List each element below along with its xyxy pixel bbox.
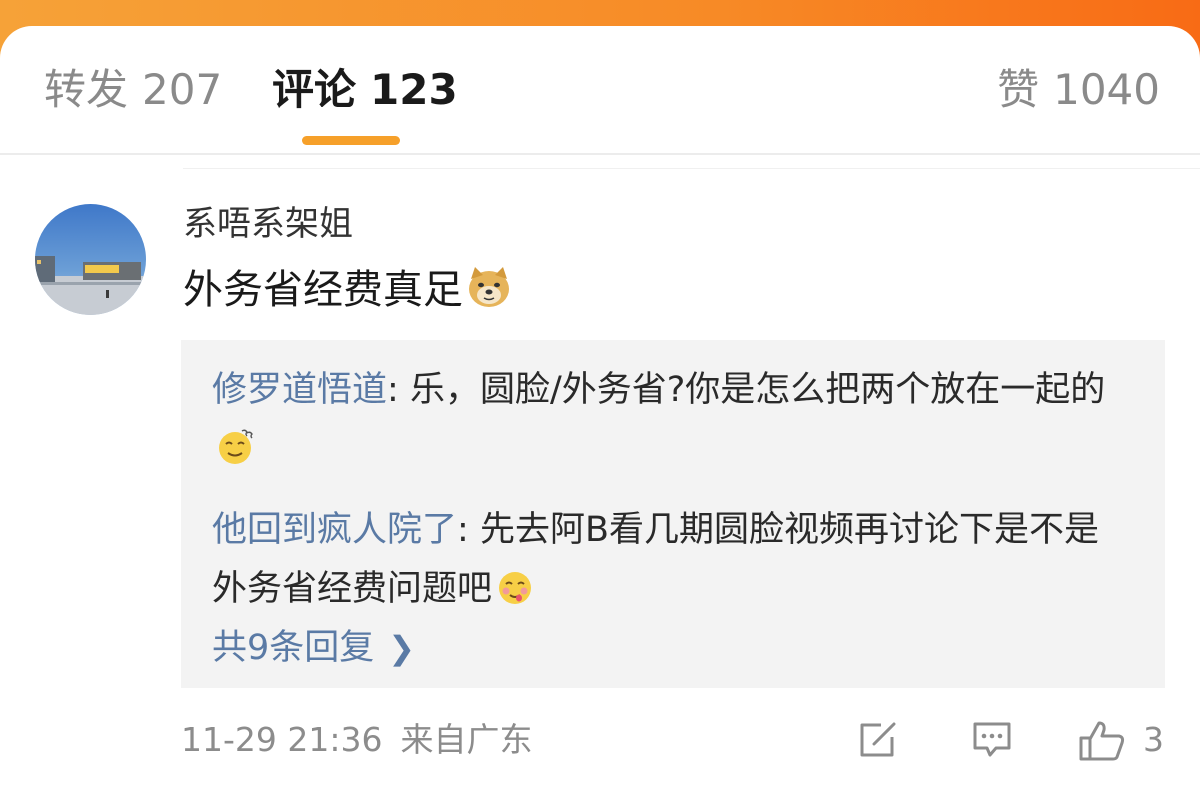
comment-timestamp: 11-29 21:36 bbox=[181, 720, 383, 759]
tab-like[interactable]: 赞 1040 bbox=[997, 64, 1160, 116]
like-count: 3 bbox=[1143, 720, 1164, 759]
comment-panel: 转发 207 评论 123 赞 1040 系唔系架姐 外务省经费真足 修罗道悟道… bbox=[0, 26, 1200, 809]
reply-item: 修罗道悟道: 乐，圆脸/外务省?你是怎么把两个放在一起的 bbox=[212, 361, 1132, 485]
comment-text: 外务省经费真足 bbox=[183, 267, 463, 313]
avatar[interactable] bbox=[35, 204, 146, 315]
reply-author[interactable]: 他回到疯人院了 bbox=[212, 510, 457, 550]
chevron-right-icon: ❯ bbox=[388, 629, 416, 667]
share-icon[interactable] bbox=[857, 720, 899, 764]
tab-forward-label: 转发 bbox=[44, 65, 129, 114]
yummy-face-icon bbox=[496, 566, 534, 625]
doge-icon bbox=[467, 265, 511, 322]
more-replies-label: 共9条回复 bbox=[212, 628, 375, 668]
tab-comment[interactable]: 评论 123 bbox=[272, 64, 458, 116]
reply-author[interactable]: 修罗道悟道 bbox=[212, 370, 387, 410]
reply-text: 乐，圆脸/外务省?你是怎么把两个放在一起的 bbox=[409, 370, 1106, 410]
reply-item: 他回到疯人院了: 先去阿B看几期圆脸视频再讨论下是不是外务省经费问题吧 bbox=[212, 501, 1132, 625]
tab-divider bbox=[0, 153, 1200, 155]
comment-bubble-icon[interactable] bbox=[971, 720, 1013, 764]
tab-comment-label: 评论 bbox=[272, 65, 357, 114]
reply-separator: : bbox=[387, 370, 410, 410]
view-all-replies-link[interactable]: 共9条回复 ❯ bbox=[212, 626, 415, 670]
tab-like-label: 赞 bbox=[997, 65, 1040, 114]
tab-like-count: 1040 bbox=[1053, 65, 1160, 114]
reply-separator: : bbox=[457, 510, 480, 550]
comment-footer: 11-29 21:36 来自广东 3 bbox=[181, 718, 1181, 762]
tab-bar: 转发 207 评论 123 赞 1040 bbox=[0, 26, 1200, 154]
tab-comment-count: 123 bbox=[370, 65, 458, 114]
thumbs-up-icon[interactable] bbox=[1079, 720, 1127, 766]
tab-forward[interactable]: 转发 207 bbox=[44, 64, 222, 116]
comment-location: 来自广东 bbox=[400, 720, 533, 759]
list-divider bbox=[183, 168, 1200, 169]
comment-username[interactable]: 系唔系架姐 bbox=[183, 202, 353, 246]
reply-preview-box[interactable]: 修罗道悟道: 乐，圆脸/外务省?你是怎么把两个放在一起的 他回到疯人院了: 先去… bbox=[181, 340, 1165, 688]
comment-meta: 11-29 21:36 来自广东 bbox=[181, 718, 532, 762]
tab-forward-count: 207 bbox=[142, 65, 223, 114]
active-tab-indicator bbox=[302, 136, 400, 145]
comment-body: 外务省经费真足 bbox=[183, 264, 511, 322]
dizzy-face-icon bbox=[216, 426, 254, 485]
